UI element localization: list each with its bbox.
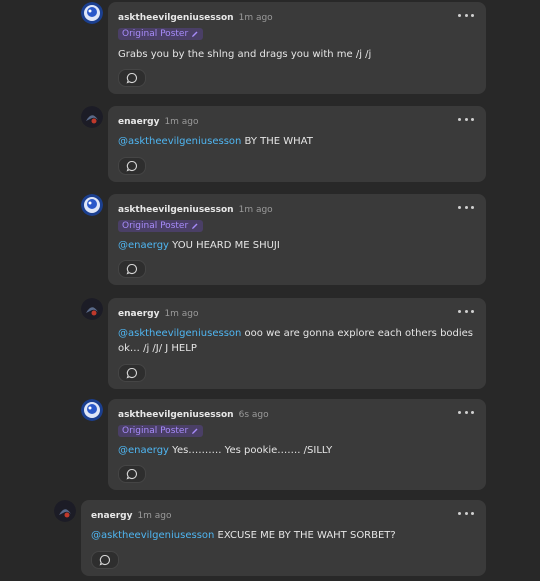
more-options-icon[interactable]	[458, 203, 474, 211]
username[interactable]: asktheevilgeniusesson	[118, 205, 234, 215]
reply-button[interactable]	[118, 364, 146, 382]
username[interactable]: enaergy	[118, 309, 159, 319]
pencil-icon	[192, 31, 198, 37]
comment-card: asktheevilgeniusesson 1m ago Original Pos…	[108, 194, 486, 285]
reply-bubble-icon	[126, 468, 137, 480]
comment-text: YOU HEARD ME SHUJI	[168, 240, 280, 251]
comment-body: @asktheevilgeniusesson EXCUSE ME BY THE …	[91, 528, 476, 543]
comment-card: enaergy 1m ago @asktheevilgeniusesson EXC…	[81, 500, 486, 576]
timestamp: 1m ago	[137, 511, 172, 521]
pencil-icon	[192, 428, 198, 434]
avatar[interactable]	[81, 298, 103, 320]
username[interactable]: enaergy	[118, 117, 159, 127]
comment-text: Yes………. Yes pookie……. /SILLY	[168, 445, 333, 456]
mention-link[interactable]: @enaergy	[118, 240, 169, 251]
pencil-icon	[192, 223, 198, 229]
reply-bubble-icon	[126, 160, 137, 172]
username[interactable]: enaergy	[91, 511, 132, 521]
reply-button[interactable]	[91, 551, 119, 569]
reply-bubble-icon	[126, 263, 137, 275]
comment-card: asktheevilgeniusesson 6s ago Original Pos…	[108, 399, 486, 490]
badge-label: Original Poster	[122, 426, 189, 436]
timestamp: 1m ago	[238, 205, 273, 215]
mention-link[interactable]: @enaergy	[118, 445, 169, 456]
timestamp: 1m ago	[238, 13, 273, 23]
comment-card: asktheevilgeniusesson 1m ago Original Pos…	[108, 2, 486, 94]
comment-text: BY THE WHAT	[241, 136, 313, 147]
timestamp: 6s ago	[238, 410, 269, 420]
badge-label: Original Poster	[122, 29, 189, 39]
more-options-icon[interactable]	[458, 115, 474, 123]
mention-link[interactable]: @asktheevilgeniusesson	[91, 530, 214, 541]
avatar[interactable]	[81, 194, 103, 216]
reply-bubble-icon	[126, 367, 137, 379]
reply-bubble-icon	[99, 554, 110, 566]
original-poster-badge: Original Poster	[118, 425, 204, 437]
username[interactable]: asktheevilgeniusesson	[118, 13, 234, 23]
comment-body: @enaergy YOU HEARD ME SHUJI	[118, 238, 476, 253]
original-poster-badge: Original Poster	[118, 220, 204, 232]
comment-body: Grabs you by the shlng and drags you wit…	[118, 47, 476, 62]
comment-card: enaergy 1m ago @asktheevilgeniusesson BY …	[108, 106, 486, 182]
reply-button[interactable]	[118, 465, 146, 483]
timestamp: 1m ago	[164, 117, 199, 127]
comment-text: EXCUSE ME BY THE WAHT SORBET?	[214, 530, 396, 541]
more-options-icon[interactable]	[458, 408, 474, 416]
comment-body: @asktheevilgeniusesson ooo we are gonna …	[118, 326, 476, 356]
username[interactable]: asktheevilgeniusesson	[118, 410, 234, 420]
avatar[interactable]	[54, 500, 76, 522]
original-poster-badge: Original Poster	[118, 28, 204, 40]
mention-link[interactable]: @asktheevilgeniusesson	[118, 136, 241, 147]
avatar[interactable]	[81, 106, 103, 128]
reply-button[interactable]	[118, 69, 146, 87]
comment-body: @enaergy Yes………. Yes pookie……. /SILLY	[118, 443, 476, 458]
reply-bubble-icon	[126, 72, 137, 84]
mention-link[interactable]: @asktheevilgeniusesson	[118, 328, 241, 339]
more-options-icon[interactable]	[458, 307, 474, 315]
timestamp: 1m ago	[164, 309, 199, 319]
reply-button[interactable]	[118, 260, 146, 278]
reply-button[interactable]	[118, 157, 146, 175]
comment-card: enaergy 1m ago @asktheevilgeniusesson ooo…	[108, 298, 486, 389]
comment-body: @asktheevilgeniusesson BY THE WHAT	[118, 134, 476, 149]
comment-text: Grabs you by the shlng and drags you wit…	[118, 49, 372, 60]
more-options-icon[interactable]	[458, 509, 474, 517]
avatar[interactable]	[81, 399, 103, 421]
avatar[interactable]	[81, 2, 103, 24]
more-options-icon[interactable]	[458, 11, 474, 19]
badge-label: Original Poster	[122, 221, 189, 231]
